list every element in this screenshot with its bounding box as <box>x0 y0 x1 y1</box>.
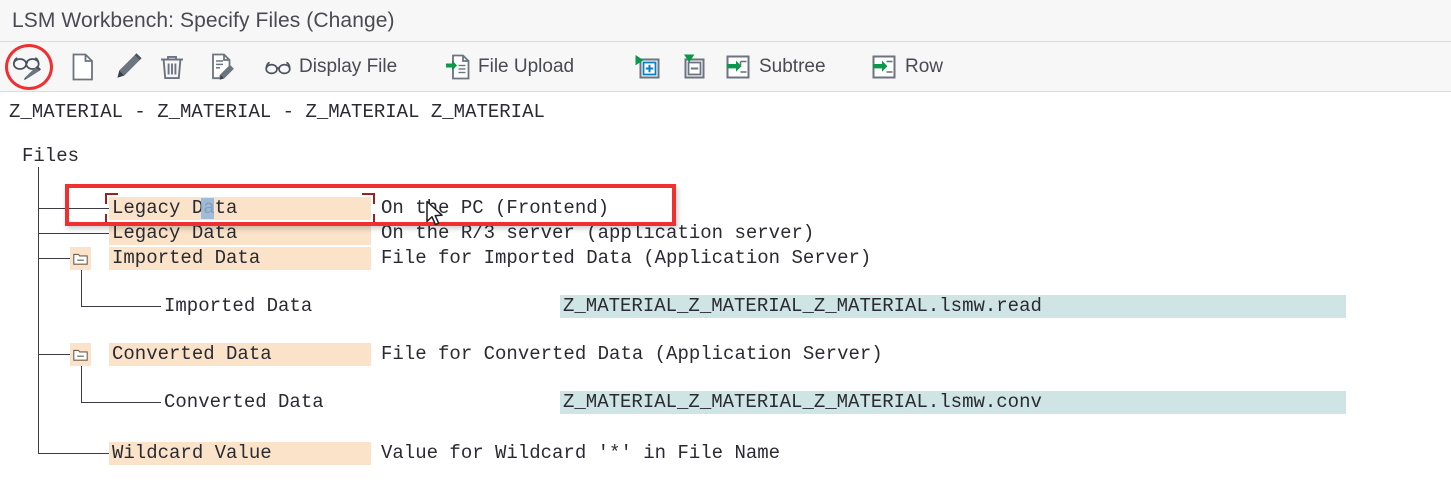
tree-row-description-legacy-data-server: On the R/3 server (application server) <box>381 222 815 244</box>
file-upload-label: File Upload <box>478 55 575 77</box>
trash-delete-icon <box>157 52 187 82</box>
tree-row-value-converted-data-file[interactable]: Z_MATERIAL_Z_MATERIAL_Z_MATERIAL.lsmw.co… <box>560 391 1346 414</box>
tree-connector-line <box>38 258 70 259</box>
edit-document-button[interactable] <box>207 42 239 91</box>
file-upload-button[interactable]: File Upload <box>443 42 576 91</box>
tree-root-label: Files <box>22 145 80 167</box>
row-icon <box>870 54 898 80</box>
tree-row-description-converted-data: File for Converted Data (Application Ser… <box>381 343 883 365</box>
tree-row-value-imported-data-file[interactable]: Z_MATERIAL_Z_MATERIAL_Z_MATERIAL.lsmw.re… <box>560 295 1346 318</box>
change-button[interactable] <box>113 42 145 91</box>
glasses-display-icon <box>264 56 292 78</box>
subtree-label: Subtree <box>759 55 826 77</box>
tree-row-label-converted-data[interactable]: Converted Data <box>109 343 371 366</box>
tree-connector-line <box>38 453 109 454</box>
toolbar: Display File File Upload Subtree Row <box>0 42 1451 92</box>
tree-row-label-converted-data-file[interactable]: Converted Data <box>161 391 549 414</box>
document-edit-icon <box>209 52 237 82</box>
tree-row-label-imported-data-file[interactable]: Imported Data <box>161 295 549 318</box>
expand-all-icon <box>634 53 662 81</box>
pencil-edit-icon <box>115 52 143 82</box>
row-label: Row <box>905 55 944 77</box>
delete-button[interactable] <box>155 42 189 91</box>
glasses-pencil-display-change-icon <box>10 53 44 81</box>
display-change-toggle-button[interactable] <box>8 42 46 91</box>
tree-connector-line <box>38 354 70 355</box>
tree-child-trunk-line <box>81 366 82 402</box>
tree-row-label-legacy-data-pc[interactable]: Legacy Data <box>109 197 371 220</box>
tree-row-label-legacy-data-server[interactable]: Legacy Data <box>109 222 371 245</box>
tree-folder-toggle-converted-data[interactable] <box>70 343 91 366</box>
display-file-label: Display File <box>299 55 398 77</box>
subtree-icon <box>724 54 752 80</box>
tree-row-label-imported-data[interactable]: Imported Data <box>109 247 371 270</box>
tree-child-trunk-line <box>81 270 82 306</box>
tree-connector-line <box>81 306 161 307</box>
tree-connector-line <box>38 233 109 234</box>
new-document-icon <box>70 52 96 82</box>
file-tree: Files Legacy Data On the PC (Frontend) L… <box>0 145 1451 504</box>
tree-connector-line <box>81 402 161 403</box>
tree-folder-toggle-imported-data[interactable] <box>70 247 91 270</box>
page-title: LSM Workbench: Specify Files (Change) <box>12 8 395 32</box>
window-title-bar: LSM Workbench: Specify Files (Change) <box>0 0 1451 42</box>
display-file-button[interactable]: Display File <box>262 42 399 91</box>
tree-row-label-wildcard-value[interactable]: Wildcard Value <box>109 442 371 465</box>
tree-row-description-imported-data: File for Imported Data (Application Serv… <box>381 247 872 269</box>
collapse-all-icon <box>680 53 708 81</box>
row-button[interactable]: Row <box>868 42 945 91</box>
collapse-all-button[interactable] <box>678 42 710 91</box>
folder-collapse-icon <box>73 349 88 361</box>
file-upload-icon <box>445 53 471 81</box>
create-new-button[interactable] <box>68 42 98 91</box>
tree-row-description-legacy-data-pc: On the PC (Frontend) <box>381 197 610 219</box>
tree-connector-line <box>38 208 109 209</box>
folder-collapse-icon <box>73 253 88 265</box>
tree-row-description-wildcard-value: Value for Wildcard '*' in File Name <box>381 442 781 464</box>
subtree-button[interactable]: Subtree <box>722 42 828 91</box>
tree-trunk-line <box>38 167 39 453</box>
breadcrumb: Z_MATERIAL - Z_MATERIAL - Z_MATERIAL Z_M… <box>9 101 545 123</box>
expand-all-button[interactable] <box>632 42 664 91</box>
